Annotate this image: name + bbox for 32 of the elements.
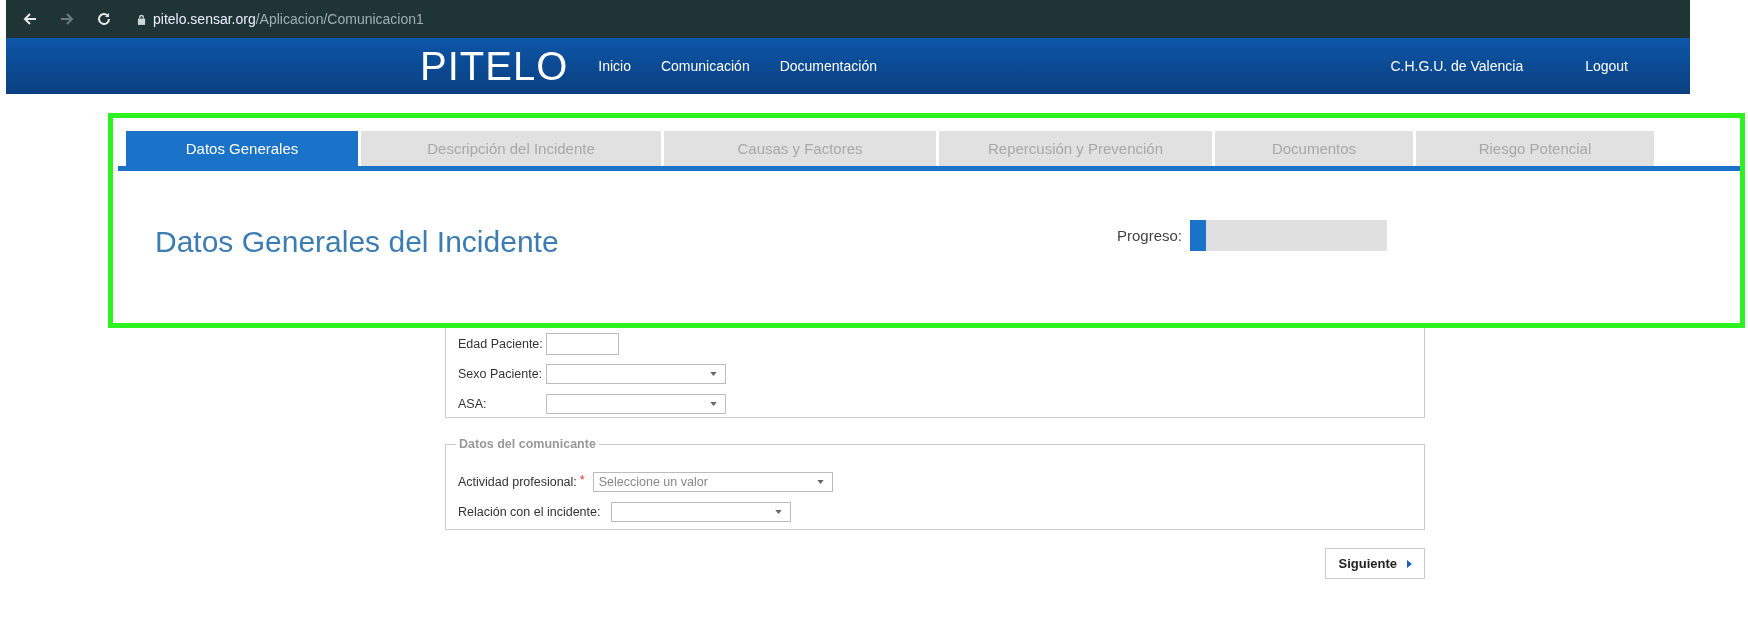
caret-icon (816, 480, 824, 484)
organization-link[interactable]: C.H.G.U. de Valencia (1390, 58, 1524, 74)
nav-link[interactable]: Comunicación (660, 58, 750, 74)
back-icon[interactable] (22, 11, 38, 27)
select-field[interactable] (546, 364, 726, 384)
tab[interactable]: Datos Generales (126, 131, 358, 166)
logout-link[interactable]: Logout (1585, 58, 1628, 74)
select-field[interactable] (611, 502, 792, 522)
select-field[interactable]: Seleccione un valor (592, 472, 833, 492)
page-heading: Datos Generales del Incidente (155, 225, 560, 259)
field-label: Edad Paciente: (458, 337, 544, 351)
caret-icon (1407, 559, 1412, 568)
input-field[interactable] (546, 333, 619, 355)
address-bar-url[interactable]: pitelo.sensar.org/Aplicacion/Comunicacion1 (153, 11, 424, 27)
fieldset-legend: Datos del comunicante (456, 437, 599, 451)
select-field[interactable] (546, 394, 726, 414)
caret-icon (710, 372, 717, 376)
nav-link[interactable]: Documentación (779, 58, 877, 74)
forward-icon[interactable] (59, 11, 75, 27)
nav-link[interactable]: Inicio (598, 58, 631, 74)
reload-icon[interactable] (96, 11, 112, 27)
field-label: ASA: (458, 397, 488, 411)
brand-logo[interactable]: PITELO (420, 43, 569, 89)
caret-icon (710, 402, 717, 406)
next-button[interactable]: Siguiente (1325, 548, 1425, 579)
field-label: Sexo Paciente: (458, 367, 544, 381)
caret-icon (775, 510, 783, 514)
lock-icon (137, 13, 146, 25)
field-label: Actividad profesional: (458, 475, 577, 489)
progress-label: Progreso: (1117, 226, 1183, 244)
required-mark: * (579, 473, 585, 487)
field-label: Relación con el incidente: (458, 505, 601, 519)
